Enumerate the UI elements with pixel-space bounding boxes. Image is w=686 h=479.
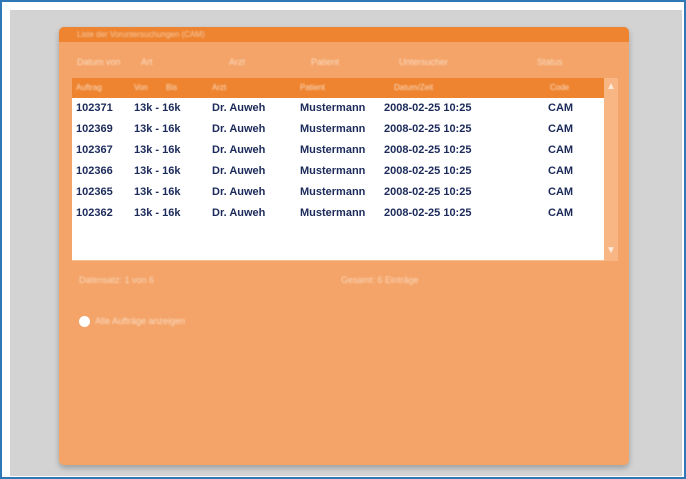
filter-type[interactable]: Art — [141, 57, 153, 67]
cell-code: CAM — [548, 123, 574, 135]
cell-patient: Mustermann — [300, 102, 366, 114]
col-header-to[interactable]: Bis — [166, 83, 177, 92]
col-header-doctor[interactable]: Arzt — [212, 83, 226, 92]
show-all-label: Alle Aufträge anzeigen — [95, 316, 186, 326]
cell-doctor: Dr. Auweh — [212, 186, 266, 198]
cell-order: 102371 — [76, 102, 113, 114]
cell-order: 102366 — [76, 165, 113, 177]
cell-datetime: 2008-02-25 10:25 — [384, 207, 472, 219]
table-row[interactable]: 102371 13k - 16k Dr. Auweh Mustermann 20… — [72, 98, 604, 119]
cell-datetime: 2008-02-25 10:25 — [384, 186, 472, 198]
cell-patient: Mustermann — [300, 165, 366, 177]
filter-date[interactable]: Datum von — [77, 57, 121, 67]
title-bar[interactable]: Liste der Voruntersuchungen (CAM) — [59, 27, 629, 42]
table-row[interactable]: 102365 13k - 16k Dr. Auweh Mustermann 20… — [72, 182, 604, 203]
table-row[interactable]: 102366 13k - 16k Dr. Auweh Mustermann 20… — [72, 161, 604, 182]
cell-doctor: Dr. Auweh — [212, 123, 266, 135]
cell-range: 13k - 16k — [134, 186, 181, 198]
col-header-datetime[interactable]: Datum/Zeit — [394, 83, 433, 92]
cell-datetime: 2008-02-25 10:25 — [384, 144, 472, 156]
cell-order: 102365 — [76, 186, 113, 198]
filter-doctor[interactable]: Arzt — [229, 57, 245, 67]
record-info: Datensatz: 1 von 6 — [79, 275, 155, 285]
cell-doctor: Dr. Auweh — [212, 165, 266, 177]
cell-datetime: 2008-02-25 10:25 — [384, 102, 472, 114]
col-header-code[interactable]: Code — [550, 83, 569, 92]
cell-order: 102362 — [76, 207, 113, 219]
divider — [72, 260, 604, 261]
cell-order: 102367 — [76, 144, 113, 156]
table-scrollbar[interactable]: ▲ ▼ — [604, 78, 618, 261]
col-header-from[interactable]: Von — [134, 83, 148, 92]
chevron-down-icon[interactable]: ▼ — [604, 244, 618, 258]
cell-code: CAM — [548, 144, 574, 156]
filter-status[interactable]: Status — [537, 57, 563, 67]
cell-doctor: Dr. Auweh — [212, 207, 266, 219]
table-row[interactable]: 102362 13k - 16k Dr. Auweh Mustermann 20… — [72, 203, 604, 224]
cell-patient: Mustermann — [300, 123, 366, 135]
cell-patient: Mustermann — [300, 207, 366, 219]
cell-range: 13k - 16k — [134, 102, 181, 114]
col-header-patient[interactable]: Patient — [300, 83, 325, 92]
radio-button[interactable] — [79, 316, 90, 327]
orders-table: Auftrag Von Bis Arzt Patient Datum/Zeit … — [72, 78, 604, 261]
cell-code: CAM — [548, 165, 574, 177]
cell-patient: Mustermann — [300, 186, 366, 198]
cell-doctor: Dr. Auweh — [212, 144, 266, 156]
cell-range: 13k - 16k — [134, 123, 181, 135]
cell-code: CAM — [548, 102, 574, 114]
total-info: Gesamt: 6 Einträge — [341, 275, 419, 285]
dialog-window: Liste der Voruntersuchungen (CAM) Datum … — [59, 27, 629, 465]
filter-bar: Datum von Art Arzt Patient Untersucher S… — [59, 53, 629, 69]
filter-examiner[interactable]: Untersucher — [399, 57, 448, 67]
cell-range: 13k - 16k — [134, 165, 181, 177]
cell-code: CAM — [548, 186, 574, 198]
cell-datetime: 2008-02-25 10:25 — [384, 123, 472, 135]
cell-datetime: 2008-02-25 10:25 — [384, 165, 472, 177]
table-header: Auftrag Von Bis Arzt Patient Datum/Zeit … — [72, 78, 604, 98]
col-header-order[interactable]: Auftrag — [76, 83, 102, 92]
table-row[interactable]: 102367 13k - 16k Dr. Auweh Mustermann 20… — [72, 140, 604, 161]
cell-code: CAM — [548, 207, 574, 219]
chevron-up-icon[interactable]: ▲ — [604, 80, 618, 94]
cell-doctor: Dr. Auweh — [212, 102, 266, 114]
cell-patient: Mustermann — [300, 144, 366, 156]
cell-range: 13k - 16k — [134, 144, 181, 156]
cell-range: 13k - 16k — [134, 207, 181, 219]
cell-order: 102369 — [76, 123, 113, 135]
window-title: Liste der Voruntersuchungen (CAM) — [77, 30, 205, 39]
filter-patient[interactable]: Patient — [311, 57, 339, 67]
table-row[interactable]: 102369 13k - 16k Dr. Auweh Mustermann 20… — [72, 119, 604, 140]
